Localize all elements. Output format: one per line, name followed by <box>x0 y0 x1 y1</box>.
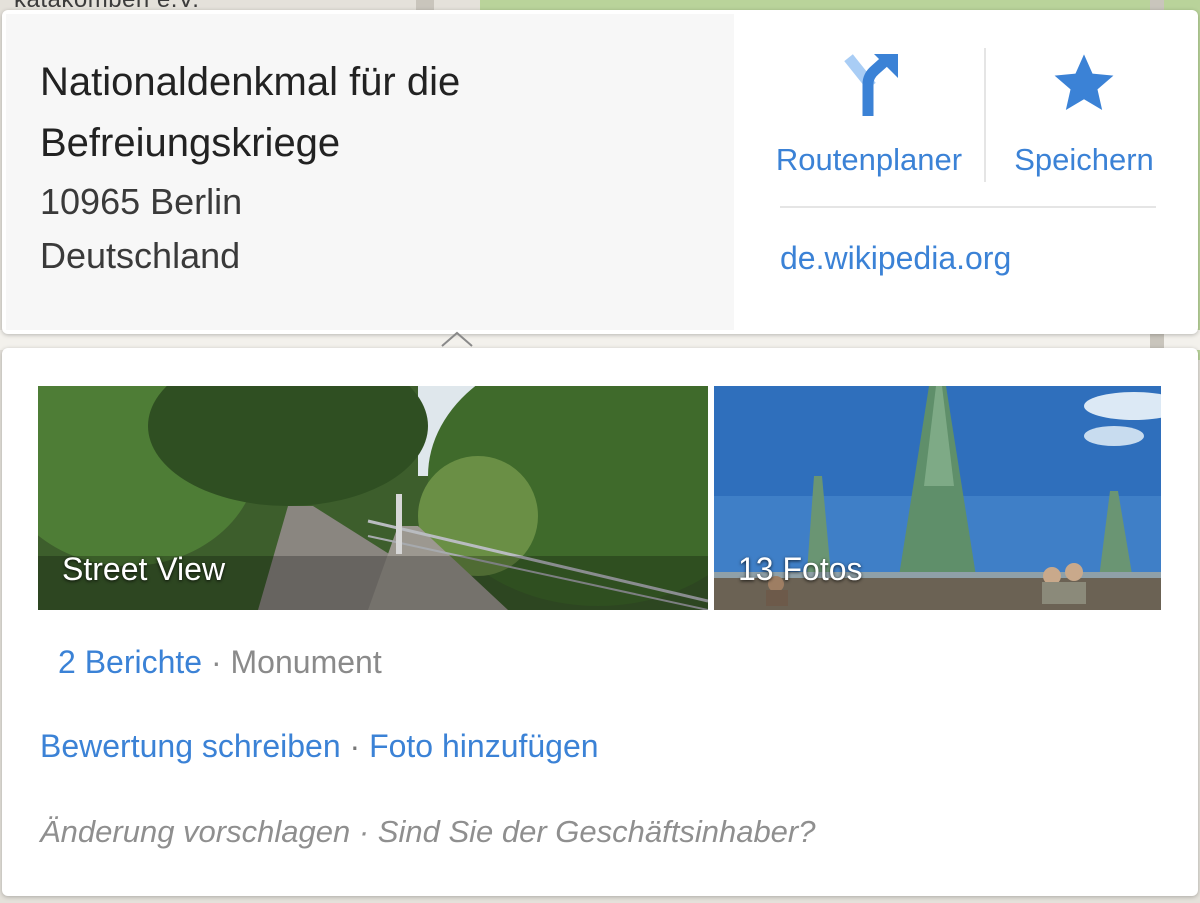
photos-thumbnail[interactable]: 13 Fotos <box>714 386 1161 610</box>
contribution-links-row: Bewertung schreiben · Foto hinzufügen <box>40 726 599 766</box>
suggest-edit-row: Änderung vorschlagen · Sind Sie der Gesc… <box>40 812 816 852</box>
street-view-caption: Street View <box>62 551 226 587</box>
save-label: Speichern <box>1014 142 1154 177</box>
links-separator: · <box>340 728 370 764</box>
route-planner-button[interactable]: Routenplaner <box>758 50 980 178</box>
suggest-edit-link[interactable]: Änderung vorschlagen <box>40 814 350 849</box>
place-header-card: Nationaldenkmal für die Befreiungskriege… <box>2 10 1198 334</box>
owner-claim-link[interactable]: Sind Sie der Geschäftsinhaber? <box>378 814 816 849</box>
place-category: Monument <box>230 644 382 680</box>
place-info-panel[interactable]: Nationaldenkmal für die Befreiungskriege… <box>6 14 734 330</box>
reviews-category-row: 2 Berichte · Monument <box>58 642 382 682</box>
write-review-link[interactable]: Bewertung schreiben <box>40 728 341 764</box>
suggest-separator: · <box>350 814 378 849</box>
add-photo-link[interactable]: Foto hinzufügen <box>369 728 599 764</box>
horizontal-divider <box>780 206 1156 208</box>
save-button[interactable]: Speichern <box>992 50 1176 178</box>
meta-separator: · <box>202 644 231 680</box>
directions-arrow-icon <box>758 50 980 116</box>
address-line-city: 10965 Berlin <box>40 181 243 222</box>
address-line-country: Deutschland <box>40 235 241 276</box>
card-pointer-caret <box>441 331 473 347</box>
website-link[interactable]: de.wikipedia.org <box>780 240 1011 277</box>
place-details-card: Street View 13 Fotos 2 Berichte · Monume… <box>2 348 1198 896</box>
action-divider <box>984 48 986 182</box>
route-planner-label: Routenplaner <box>775 142 963 177</box>
star-icon <box>992 50 1176 116</box>
street-view-thumbnail[interactable]: Street View <box>38 386 708 610</box>
place-title: Nationaldenkmal für die Befreiungskriege <box>40 60 461 165</box>
reviews-link[interactable]: 2 Berichte <box>58 644 202 680</box>
photos-count-caption: 13 Fotos <box>738 551 863 587</box>
